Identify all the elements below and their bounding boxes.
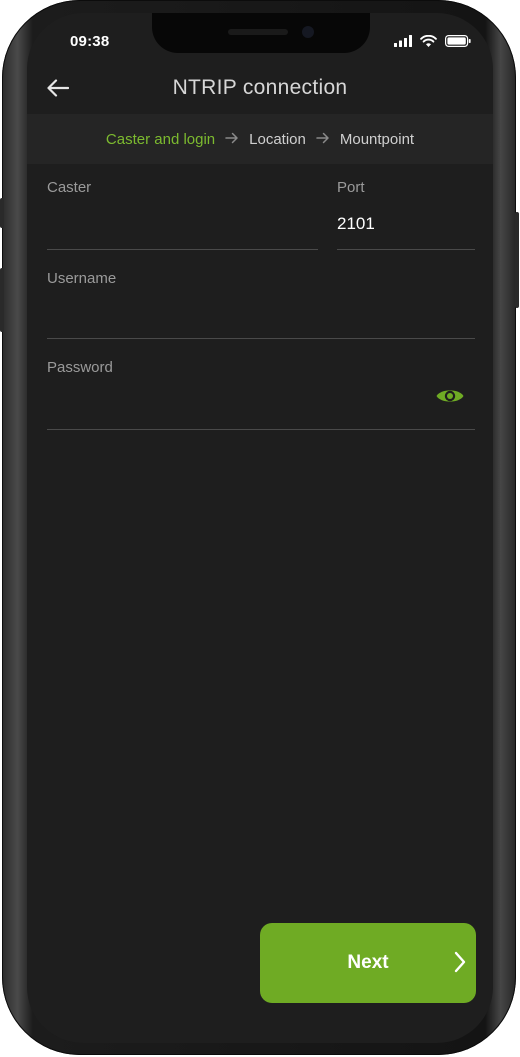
step-mountpoint: Mountpoint bbox=[339, 130, 415, 148]
speaker bbox=[228, 29, 288, 35]
arrow-right-icon bbox=[225, 131, 239, 148]
chevron-right-icon bbox=[454, 951, 466, 978]
step-caster-and-login: Caster and login bbox=[105, 130, 216, 148]
eye-icon bbox=[435, 386, 465, 411]
wifi-icon bbox=[420, 34, 437, 52]
side-button-mute bbox=[0, 198, 4, 228]
stepper: Caster and login Location Mountpoint bbox=[27, 114, 493, 164]
status-time: 09:38 bbox=[70, 33, 110, 50]
username-label: Username bbox=[47, 270, 117, 287]
caster-input[interactable] bbox=[47, 214, 307, 234]
port-input[interactable] bbox=[337, 214, 467, 234]
toggle-password-visibility-button[interactable] bbox=[435, 385, 465, 411]
front-camera bbox=[302, 26, 314, 38]
username-field[interactable]: Username bbox=[47, 270, 475, 339]
password-field[interactable]: Password bbox=[47, 359, 475, 430]
caster-label: Caster bbox=[47, 179, 92, 196]
app-screen: 09:38 NTRIP connection Caster and login … bbox=[27, 13, 493, 1043]
caster-field[interactable]: Caster bbox=[47, 179, 318, 250]
username-input[interactable] bbox=[47, 305, 457, 325]
port-field[interactable]: Port bbox=[337, 179, 475, 250]
next-button-label: Next bbox=[347, 952, 389, 973]
port-label: Port bbox=[337, 179, 365, 196]
side-button-volume bbox=[0, 268, 4, 332]
password-input[interactable] bbox=[47, 394, 407, 414]
password-label: Password bbox=[47, 359, 113, 376]
page-title: NTRIP connection bbox=[172, 76, 348, 99]
arrow-right-icon bbox=[316, 131, 330, 148]
side-button-power bbox=[515, 212, 519, 308]
step-location: Location bbox=[249, 130, 306, 148]
next-button[interactable]: Next bbox=[260, 923, 476, 1003]
signal-icon bbox=[394, 34, 412, 52]
notch bbox=[152, 13, 370, 53]
header: NTRIP connection bbox=[27, 65, 493, 115]
battery-icon bbox=[445, 34, 471, 52]
status-icons bbox=[394, 34, 471, 52]
